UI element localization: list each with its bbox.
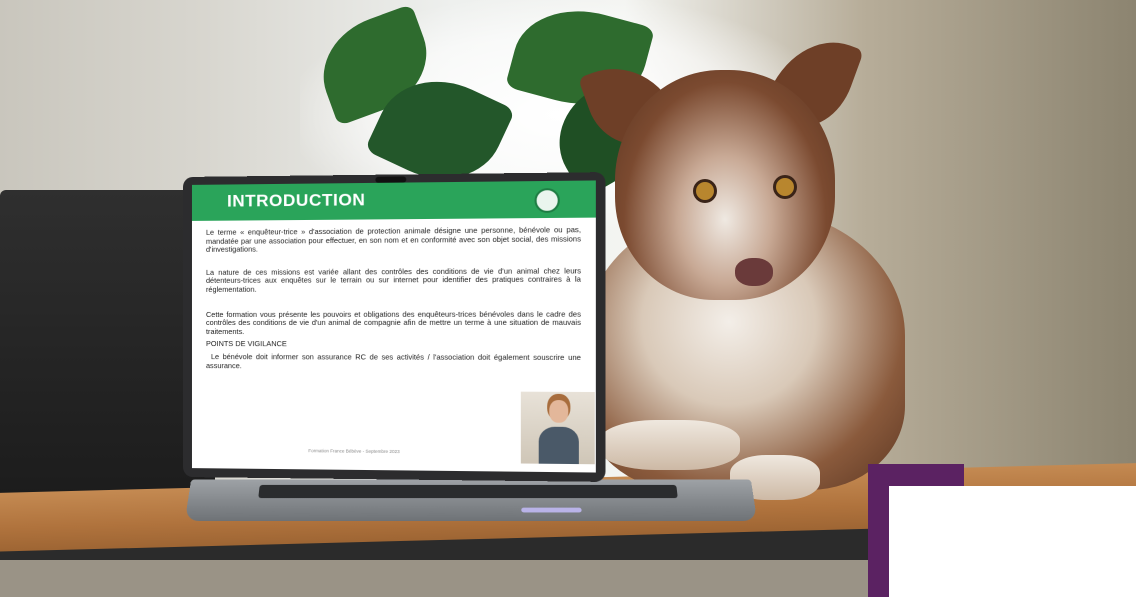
slide-paragraph-3: Cette formation vous présente les pouvoi…	[205, 309, 581, 336]
slide-header: INTRODUCTION	[191, 180, 596, 221]
slide-title: INTRODUCTION	[227, 190, 366, 211]
presenter-head	[549, 400, 569, 423]
association-logo-icon	[534, 188, 560, 213]
webcam-presenter-thumbnail	[520, 391, 595, 465]
dog-eye-right	[776, 178, 794, 196]
laptop-base	[184, 479, 758, 522]
laptop-keyboard	[258, 484, 678, 499]
dog-nose	[735, 258, 773, 286]
laptop-screen-bezel: INTRODUCTION Le terme « enquêteur-trice …	[183, 172, 606, 482]
dog-head	[615, 70, 835, 300]
vigilance-text: Le bénévole doit informer son assurance …	[205, 351, 581, 370]
slide-paragraph-2: La nature de ces missions est variée all…	[205, 265, 581, 294]
photo-scene: INTRODUCTION Le terme « enquêteur-trice …	[0, 0, 1136, 597]
vigilance-heading: POINTS DE VIGILANCE	[205, 339, 287, 349]
dog-eye-left	[696, 182, 714, 200]
slide-paragraph-1: Le terme « enquêteur-trice » d'associati…	[205, 224, 581, 255]
white-overlay-block	[889, 486, 1136, 597]
defense-animal-logo	[564, 186, 592, 213]
laptop-screen: INTRODUCTION Le terme « enquêteur-trice …	[191, 180, 596, 473]
slide-body: Le terme « enquêteur-trice » d'associati…	[205, 224, 581, 381]
dog-leg	[600, 420, 740, 470]
laptop-trackpad-notch	[521, 507, 582, 513]
presenter-body	[538, 426, 579, 465]
slide-footer: Formation France Bébève - Septembre 2023	[308, 448, 400, 455]
